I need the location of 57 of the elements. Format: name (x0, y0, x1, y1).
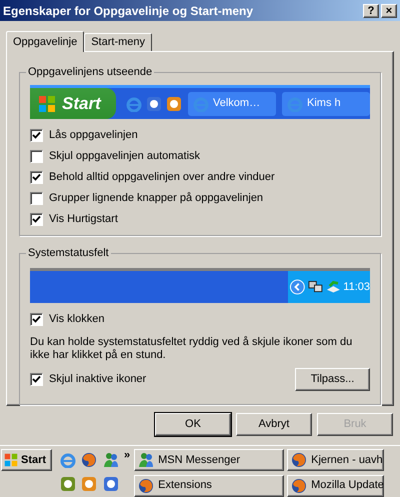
checkbox[interactable] (30, 150, 43, 163)
tab[interactable]: Oppgavelinje (6, 31, 84, 52)
task-label: Kims h (307, 96, 341, 112)
check-icon (32, 315, 41, 324)
checkbox[interactable] (30, 313, 43, 326)
people-icon (138, 452, 154, 468)
checkbox-label: Skjul inaktive ikoner (49, 372, 146, 388)
dialog-button[interactable]: OK (155, 413, 231, 436)
task-button[interactable]: Extensions (134, 474, 284, 496)
globe-icon (291, 478, 308, 494)
check-icon (32, 215, 41, 224)
task-button[interactable]: Mozilla Update (287, 474, 384, 496)
task-label: MSN Messenger (158, 452, 240, 468)
task-label: Velkom… (213, 96, 260, 112)
dialog-button[interactable]: Avbryt (236, 413, 312, 436)
checkbox[interactable] (30, 373, 43, 386)
people-icon (102, 452, 119, 468)
checkbox-label: Vis klokken (49, 312, 104, 328)
check-icon (32, 375, 41, 384)
globe-icon (81, 452, 98, 468)
globe-icon (138, 478, 154, 494)
help-button[interactable]: ? (363, 4, 379, 18)
task-label: Extensions (158, 478, 212, 494)
clock: 11:03 (343, 280, 370, 295)
window-title: Egenskaper for Oppgavelinje og Start-meny (3, 2, 254, 20)
start-button[interactable]: Start (1, 449, 52, 471)
checkbox[interactable] (30, 129, 43, 142)
task-label: Kjernen - uavh (311, 452, 383, 468)
checkbox-label: Vis Hurtigstart (49, 212, 118, 228)
checkbox[interactable] (30, 171, 43, 184)
group-title: Systemstatusfelt (26, 246, 111, 260)
checkbox-label: Grupper lignende knapper på oppgavelinjen (49, 191, 264, 206)
description-text: Du kan holde systemstatusfeltet ryddig ved å skjule ikoner som du ikke har klikket på en stund. (30, 336, 354, 362)
check-icon (32, 173, 41, 182)
task-button[interactable]: Kjernen - uavh (287, 449, 384, 471)
start-label: Start (21, 452, 46, 468)
more-chevron[interactable]: » (124, 449, 130, 497)
checkbox[interactable] (30, 192, 43, 205)
windows-flag-icon (38, 94, 56, 112)
task-button[interactable]: MSN Messenger (134, 449, 284, 471)
start-label: Start (62, 92, 101, 115)
windows-flag-icon (4, 453, 18, 467)
checkbox[interactable] (30, 213, 43, 226)
task-label: Mozilla Update (311, 478, 384, 494)
network-icon (308, 280, 323, 294)
close-button[interactable]: × (381, 4, 397, 18)
e-logo-icon (126, 96, 142, 112)
checkbox-label: Behold alltid oppgavelinjen over andre vinduer (49, 170, 275, 186)
e-logo-icon (60, 452, 76, 468)
checkbox-label: Skjul oppgavelinjen automatisk (49, 149, 200, 164)
checkbox-label: Lås oppgavelinjen (49, 128, 138, 144)
tab[interactable]: Start-meny (84, 33, 152, 51)
group-title: Oppgavelinjens utseende (26, 65, 154, 79)
globe-icon (291, 452, 308, 468)
customize-button[interactable]: Tilpass... (295, 368, 370, 391)
chevron-icon (290, 279, 305, 295)
check-icon (32, 131, 41, 140)
